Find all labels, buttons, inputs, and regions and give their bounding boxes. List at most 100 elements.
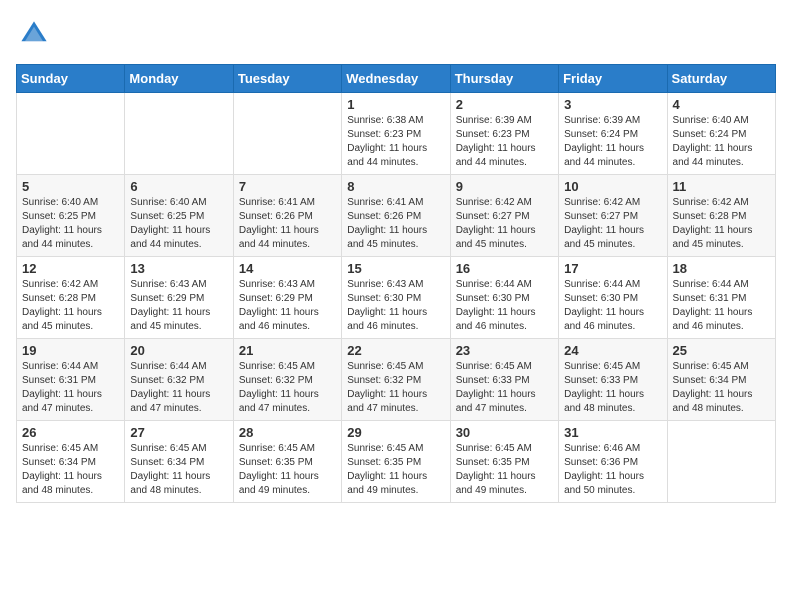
calendar-cell: 12Sunrise: 6:42 AM Sunset: 6:28 PM Dayli… [17,257,125,339]
logo [16,16,56,52]
calendar-cell: 17Sunrise: 6:44 AM Sunset: 6:30 PM Dayli… [559,257,667,339]
calendar-cell: 8 Sunrise: 6:41 AM Sunset: 6:26 PM Daylig… [342,175,450,257]
day-info: Sunrise: 6:45 AM Sunset: 6:33 PM Dayligh… [564,360,661,416]
day-number: 16 [456,261,553,276]
day-info: Sunrise: 6:43 AM Sunset: 6:30 PM Dayligh… [347,278,444,334]
calendar-cell: 28 Sunrise: 6:45 AM Sunset: 6:35 PM Dayli… [233,421,341,503]
day-info: Sunrise: 6:46 AM Sunset: 6:36 PM Dayligh… [564,442,661,498]
day-info: Sunrise: 6:40 AM Sunset: 6:25 PM Dayligh… [130,196,227,252]
day-number: 28 [239,425,336,440]
calendar-cell: 2 Sunrise: 6:39 AM Sunset: 6:23 PM Daylig… [450,93,558,175]
calendar-cell: 23 Sunrise: 6:45 AM Sunset: 6:33 PM Dayli… [450,339,558,421]
calendar-cell: 11 Sunrise: 6:42 AM Sunset: 6:28 PM Dayli… [667,175,775,257]
day-info: Sunrise: 6:45 AM Sunset: 6:34 PM Dayligh… [673,360,770,416]
day-number: 31 [564,425,661,440]
calendar-cell: 27 Sunrise: 6:45 AM Sunset: 6:34 PM Dayli… [125,421,233,503]
day-number: 18 [673,261,770,276]
calendar-cell: 14 Sunrise: 6:43 AM Sunset: 6:29 PM Dayli… [233,257,341,339]
calendar-cell [17,93,125,175]
calendar-header-row: SundayMondayTuesdayWednesdayThursdayFrid… [17,65,776,93]
day-number: 29 [347,425,444,440]
day-number: 9 [456,179,553,194]
day-info: Sunrise: 6:45 AM Sunset: 6:35 PM Dayligh… [456,442,553,498]
calendar-cell: 24Sunrise: 6:45 AM Sunset: 6:33 PM Dayli… [559,339,667,421]
day-number: 10 [564,179,661,194]
day-info: Sunrise: 6:44 AM Sunset: 6:30 PM Dayligh… [456,278,553,334]
header-sunday: Sunday [17,65,125,93]
calendar-cell: 10 Sunrise: 6:42 AM Sunset: 6:27 PM Dayli… [559,175,667,257]
calendar-table: SundayMondayTuesdayWednesdayThursdayFrid… [16,64,776,503]
header-friday: Friday [559,65,667,93]
calendar-cell: 21 Sunrise: 6:45 AM Sunset: 6:32 PM Dayli… [233,339,341,421]
calendar-cell [125,93,233,175]
calendar-cell: 26Sunrise: 6:45 AM Sunset: 6:34 PM Dayli… [17,421,125,503]
day-number: 12 [22,261,119,276]
day-info: Sunrise: 6:43 AM Sunset: 6:29 PM Dayligh… [239,278,336,334]
day-number: 5 [22,179,119,194]
day-number: 2 [456,97,553,112]
header-tuesday: Tuesday [233,65,341,93]
day-info: Sunrise: 6:45 AM Sunset: 6:32 PM Dayligh… [347,360,444,416]
day-info: Sunrise: 6:45 AM Sunset: 6:35 PM Dayligh… [347,442,444,498]
day-number: 14 [239,261,336,276]
day-number: 1 [347,97,444,112]
day-number: 15 [347,261,444,276]
day-number: 7 [239,179,336,194]
day-number: 22 [347,343,444,358]
day-number: 27 [130,425,227,440]
header-saturday: Saturday [667,65,775,93]
calendar-cell: 19 Sunrise: 6:44 AM Sunset: 6:31 PM Dayli… [17,339,125,421]
calendar-cell: 30 Sunrise: 6:45 AM Sunset: 6:35 PM Dayli… [450,421,558,503]
day-info: Sunrise: 6:39 AM Sunset: 6:23 PM Dayligh… [456,114,553,170]
day-info: Sunrise: 6:45 AM Sunset: 6:33 PM Dayligh… [456,360,553,416]
calendar-cell: 15 Sunrise: 6:43 AM Sunset: 6:30 PM Dayli… [342,257,450,339]
day-number: 6 [130,179,227,194]
header-monday: Monday [125,65,233,93]
day-info: Sunrise: 6:42 AM Sunset: 6:28 PM Dayligh… [673,196,770,252]
calendar-week-row: 1Sunrise: 6:38 AM Sunset: 6:23 PM Daylig… [17,93,776,175]
header-wednesday: Wednesday [342,65,450,93]
day-number: 19 [22,343,119,358]
logo-icon [16,16,52,52]
day-info: Sunrise: 6:41 AM Sunset: 6:26 PM Dayligh… [239,196,336,252]
day-info: Sunrise: 6:44 AM Sunset: 6:31 PM Dayligh… [22,360,119,416]
header-thursday: Thursday [450,65,558,93]
calendar-week-row: 26Sunrise: 6:45 AM Sunset: 6:34 PM Dayli… [17,421,776,503]
calendar-cell: 16 Sunrise: 6:44 AM Sunset: 6:30 PM Dayli… [450,257,558,339]
calendar-cell: 18 Sunrise: 6:44 AM Sunset: 6:31 PM Dayli… [667,257,775,339]
calendar-cell: 22 Sunrise: 6:45 AM Sunset: 6:32 PM Dayli… [342,339,450,421]
day-info: Sunrise: 6:42 AM Sunset: 6:27 PM Dayligh… [564,196,661,252]
calendar-cell: 3Sunrise: 6:39 AM Sunset: 6:24 PM Daylig… [559,93,667,175]
day-info: Sunrise: 6:43 AM Sunset: 6:29 PM Dayligh… [130,278,227,334]
day-number: 21 [239,343,336,358]
day-info: Sunrise: 6:44 AM Sunset: 6:32 PM Dayligh… [130,360,227,416]
calendar-cell: 6 Sunrise: 6:40 AM Sunset: 6:25 PM Daylig… [125,175,233,257]
day-info: Sunrise: 6:45 AM Sunset: 6:32 PM Dayligh… [239,360,336,416]
calendar-cell: 20 Sunrise: 6:44 AM Sunset: 6:32 PM Dayli… [125,339,233,421]
calendar-cell: 9 Sunrise: 6:42 AM Sunset: 6:27 PM Daylig… [450,175,558,257]
day-info: Sunrise: 6:39 AM Sunset: 6:24 PM Dayligh… [564,114,661,170]
day-number: 23 [456,343,553,358]
day-number: 30 [456,425,553,440]
calendar-cell [667,421,775,503]
day-number: 11 [673,179,770,194]
day-info: Sunrise: 6:42 AM Sunset: 6:27 PM Dayligh… [456,196,553,252]
day-info: Sunrise: 6:45 AM Sunset: 6:35 PM Dayligh… [239,442,336,498]
day-number: 13 [130,261,227,276]
calendar-cell: 5Sunrise: 6:40 AM Sunset: 6:25 PM Daylig… [17,175,125,257]
day-info: Sunrise: 6:45 AM Sunset: 6:34 PM Dayligh… [130,442,227,498]
day-number: 4 [673,97,770,112]
calendar-week-row: 12Sunrise: 6:42 AM Sunset: 6:28 PM Dayli… [17,257,776,339]
day-info: Sunrise: 6:41 AM Sunset: 6:26 PM Dayligh… [347,196,444,252]
calendar-cell: 25 Sunrise: 6:45 AM Sunset: 6:34 PM Dayli… [667,339,775,421]
day-info: Sunrise: 6:45 AM Sunset: 6:34 PM Dayligh… [22,442,119,498]
day-info: Sunrise: 6:44 AM Sunset: 6:31 PM Dayligh… [673,278,770,334]
calendar-cell [233,93,341,175]
day-info: Sunrise: 6:40 AM Sunset: 6:24 PM Dayligh… [673,114,770,170]
day-number: 8 [347,179,444,194]
day-number: 17 [564,261,661,276]
day-number: 20 [130,343,227,358]
calendar-cell: 7 Sunrise: 6:41 AM Sunset: 6:26 PM Daylig… [233,175,341,257]
calendar-cell: 31 Sunrise: 6:46 AM Sunset: 6:36 PM Dayli… [559,421,667,503]
day-number: 25 [673,343,770,358]
